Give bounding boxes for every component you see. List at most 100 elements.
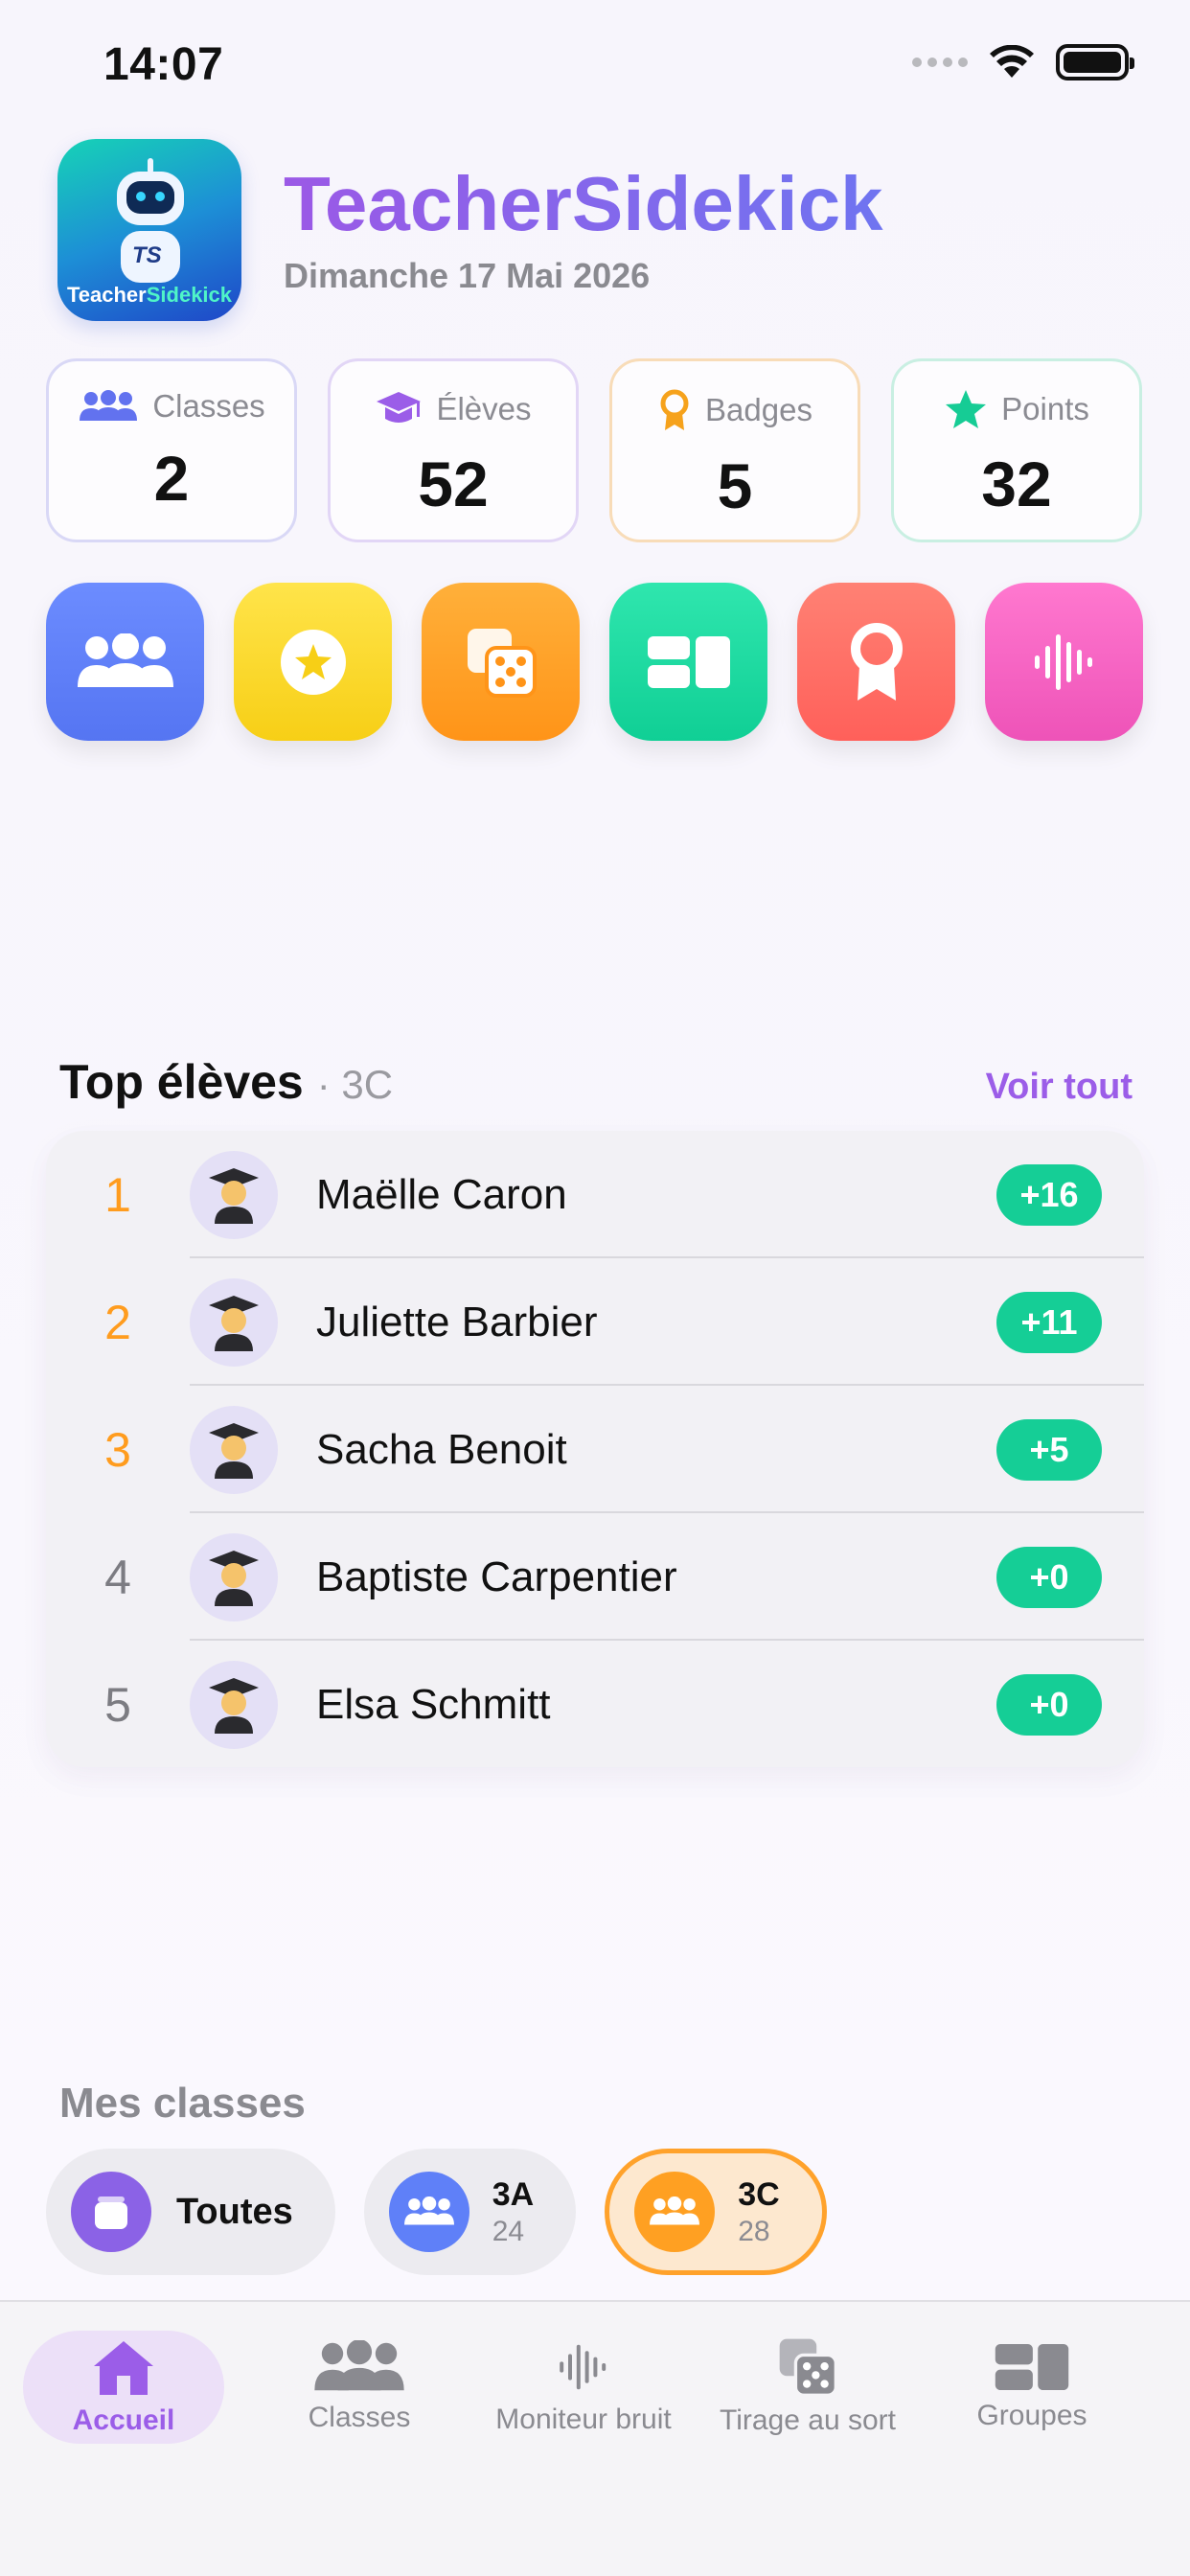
tab-label: Accueil bbox=[72, 2404, 175, 2436]
cellular-signal-icon bbox=[912, 58, 968, 67]
groups-icon bbox=[647, 635, 730, 688]
stat-card-points[interactable]: Points 32 bbox=[891, 358, 1142, 542]
my-classes-title: Mes classes bbox=[59, 2080, 306, 2127]
score-badge: +11 bbox=[996, 1291, 1102, 1353]
stat-value: 32 bbox=[981, 448, 1052, 519]
graduation-cap-icon bbox=[377, 392, 422, 423]
stat-label: Points bbox=[1001, 391, 1089, 426]
people-icon bbox=[80, 390, 138, 421]
leaderboard-row[interactable]: 5 Elsa Schmitt +0 bbox=[46, 1641, 1144, 1767]
class-chip-all[interactable]: Toutes bbox=[46, 2149, 335, 2275]
rank-number: 2 bbox=[104, 1295, 131, 1349]
rank-number: 4 bbox=[104, 1550, 131, 1604]
status-icons bbox=[912, 44, 1134, 80]
sound-wave-icon bbox=[560, 2344, 606, 2390]
stat-label: Élèves bbox=[436, 391, 532, 426]
tab-groups[interactable]: Groupes bbox=[920, 2331, 1144, 2444]
stat-card-badges[interactable]: Badges 5 bbox=[609, 358, 860, 542]
current-date: Dimanche 17 Mai 2026 bbox=[284, 256, 651, 295]
section-title: Top élèves bbox=[59, 1055, 304, 1109]
class-name: 3C bbox=[738, 2175, 780, 2213]
tab-random-draw[interactable]: Tirage au sort bbox=[696, 2331, 920, 2444]
top-students-header: Top élèves · 3C Voir tout bbox=[59, 1054, 1133, 1110]
class-chips: Toutes 3A 24 3C 28 bbox=[46, 2149, 827, 2275]
student-name: Sacha Benoit bbox=[316, 1425, 567, 1473]
student-name: Juliette Barbier bbox=[316, 1298, 598, 1346]
points-action-button[interactable] bbox=[234, 583, 392, 741]
leaderboard-row[interactable]: 4 Baptiste Carpentier +0 bbox=[46, 1513, 1144, 1641]
stat-card-classes[interactable]: Classes 2 bbox=[46, 358, 297, 542]
tab-noise-monitor[interactable]: Moniteur bruit bbox=[471, 2331, 696, 2444]
stats-row: Classes 2 Élèves 52 Badges 5 Points 32 bbox=[46, 358, 1142, 542]
tab-label: Groupes bbox=[976, 2400, 1087, 2431]
wifi-icon bbox=[990, 45, 1034, 78]
noise-monitor-action-button[interactable] bbox=[985, 583, 1143, 741]
stat-label: Badges bbox=[705, 392, 812, 427]
class-chip-3a[interactable]: 3A 24 bbox=[363, 2149, 577, 2275]
student-avatar bbox=[190, 1405, 278, 1494]
student-graduate-icon bbox=[209, 1167, 259, 1224]
student-avatar bbox=[190, 1150, 278, 1239]
rank-number: 3 bbox=[104, 1422, 131, 1477]
stat-label: Classes bbox=[152, 388, 265, 424]
score-badge: +0 bbox=[996, 1673, 1102, 1736]
badges-action-button[interactable] bbox=[797, 583, 955, 741]
quick-actions bbox=[46, 583, 1143, 741]
student-name: Maëlle Caron bbox=[316, 1170, 567, 1218]
score-badge: +0 bbox=[996, 1546, 1102, 1608]
tab-label: Moniteur bruit bbox=[495, 2404, 672, 2435]
class-chip-3c[interactable]: 3C 28 bbox=[605, 2149, 827, 2275]
people-icon bbox=[634, 2172, 716, 2252]
status-bar: 14:07 bbox=[0, 0, 1190, 125]
stack-icon bbox=[71, 2172, 151, 2252]
app-logo: TS TeacherSidekick bbox=[57, 139, 241, 321]
logo-wordmark: TeacherSidekick bbox=[66, 283, 233, 307]
student-graduate-icon bbox=[209, 1422, 259, 1479]
stat-value: 5 bbox=[717, 450, 753, 521]
see-all-link[interactable]: Voir tout bbox=[986, 1067, 1133, 1108]
score-badge: +5 bbox=[996, 1418, 1102, 1481]
dice-icon bbox=[779, 2338, 837, 2397]
tab-home[interactable]: Accueil bbox=[23, 2331, 224, 2444]
logo-badge: TS bbox=[132, 242, 162, 268]
dice-icon bbox=[467, 628, 537, 698]
random-draw-action-button[interactable] bbox=[422, 583, 580, 741]
app-title: TeacherSidekick bbox=[284, 161, 883, 246]
app-header: TS TeacherSidekick TeacherSidekick Diman… bbox=[57, 139, 883, 321]
leaderboard-row[interactable]: 1 Maëlle Caron +16 bbox=[46, 1131, 1144, 1258]
award-icon bbox=[850, 622, 903, 701]
home-icon bbox=[94, 2341, 153, 2395]
student-graduate-icon bbox=[209, 1550, 259, 1606]
people-icon bbox=[388, 2172, 469, 2252]
groups-action-button[interactable] bbox=[609, 583, 767, 741]
student-avatar bbox=[190, 1532, 278, 1622]
chip-label: Toutes bbox=[176, 2191, 293, 2232]
tab-label: Tirage au sort bbox=[720, 2404, 896, 2436]
class-count: 24 bbox=[492, 2215, 525, 2247]
section-subtitle: · 3C bbox=[316, 1062, 394, 1107]
people-icon bbox=[314, 2340, 404, 2391]
student-name: Elsa Schmitt bbox=[316, 1680, 551, 1728]
people-icon bbox=[77, 632, 173, 687]
leaderboard-row[interactable]: 3 Sacha Benoit +5 bbox=[46, 1386, 1144, 1513]
student-graduate-icon bbox=[209, 1295, 259, 1351]
badge-icon bbox=[660, 389, 689, 430]
student-name: Baptiste Carpentier bbox=[316, 1552, 677, 1600]
battery-icon bbox=[1056, 44, 1134, 80]
status-time: 14:07 bbox=[103, 39, 224, 90]
leaderboard-row[interactable]: 2 Juliette Barbier +11 bbox=[46, 1258, 1144, 1386]
rank-number: 1 bbox=[104, 1167, 131, 1222]
score-badge: +16 bbox=[996, 1163, 1102, 1226]
tab-classes[interactable]: Classes bbox=[247, 2331, 471, 2444]
class-count: 28 bbox=[738, 2215, 770, 2247]
leaderboard: 1 Maëlle Caron +16 2 Juliette Barbier +1… bbox=[46, 1131, 1144, 1767]
star-icon bbox=[946, 390, 987, 428]
classes-action-button[interactable] bbox=[46, 583, 204, 741]
sound-wave-icon bbox=[1034, 633, 1092, 690]
tab-label: Classes bbox=[308, 2402, 411, 2433]
rank-number: 5 bbox=[104, 1677, 131, 1732]
stat-card-students[interactable]: Élèves 52 bbox=[328, 358, 579, 542]
student-avatar bbox=[190, 1277, 278, 1367]
tab-bar: Accueil Classes Moniteur bruit Tirage au… bbox=[0, 2300, 1190, 2576]
class-name: 3A bbox=[492, 2175, 535, 2213]
